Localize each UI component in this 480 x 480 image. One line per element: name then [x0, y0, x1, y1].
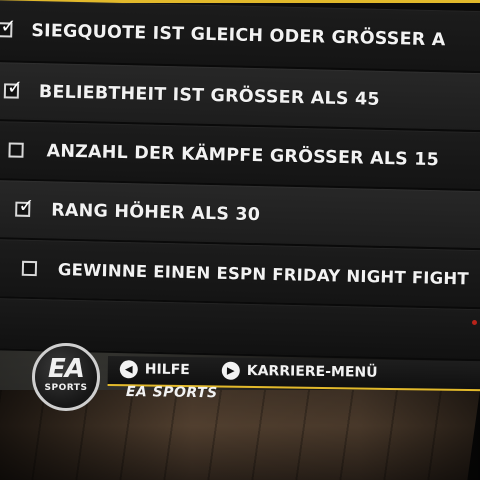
ea-logo-text: EA	[48, 354, 85, 384]
goal-checkbox[interactable]	[21, 260, 38, 276]
goal-label: RANG HÖHER ALS 30	[51, 199, 261, 225]
check-icon: ✓	[0, 15, 17, 38]
help-hint[interactable]: ◀ HILFE	[119, 360, 190, 379]
goal-label: GEWINNE EINEN ESPN FRIDAY NIGHT FIGHT	[57, 259, 470, 288]
goal-checkbox[interactable]: ✓	[15, 194, 35, 217]
check-icon: ✓	[18, 194, 35, 217]
help-label: HILFE	[144, 361, 190, 379]
career-goals-list: ✓ SIEGQUOTE IST GLEICH ODER GRÖSSER A ✓ …	[0, 0, 480, 362]
ea-logo-subtext: SPORTS	[44, 383, 88, 393]
right-arrow-button-icon: ▶	[221, 361, 240, 380]
career-menu-hint[interactable]: ▶ KARRIERE-MENÜ	[221, 361, 378, 382]
check-icon: ✓	[6, 75, 24, 99]
goal-label: ANZAHL DER KÄMPFE GRÖSSER ALS 15	[46, 140, 440, 170]
goal-checkbox[interactable]: ✓	[0, 15, 17, 38]
goal-checkbox[interactable]: ✓	[3, 76, 23, 98]
goal-row[interactable]: ✓ SIEGQUOTE IST GLEICH ODER GRÖSSER A	[0, 0, 480, 74]
ea-sports-wordmark: EA SPORTS	[125, 384, 218, 402]
ea-sports-logo: EA SPORTS	[32, 343, 100, 411]
left-arrow-button-icon: ◀	[119, 360, 138, 379]
goal-label: SIEGQUOTE IST GLEICH ODER GRÖSSER A	[31, 20, 446, 51]
goal-label: BELIEBTHEIT IST GRÖSSER ALS 45	[38, 81, 380, 110]
career-menu-label: KARRIERE-MENÜ	[246, 362, 378, 381]
goal-checkbox[interactable]	[8, 141, 24, 158]
indicator-dot	[472, 320, 477, 325]
